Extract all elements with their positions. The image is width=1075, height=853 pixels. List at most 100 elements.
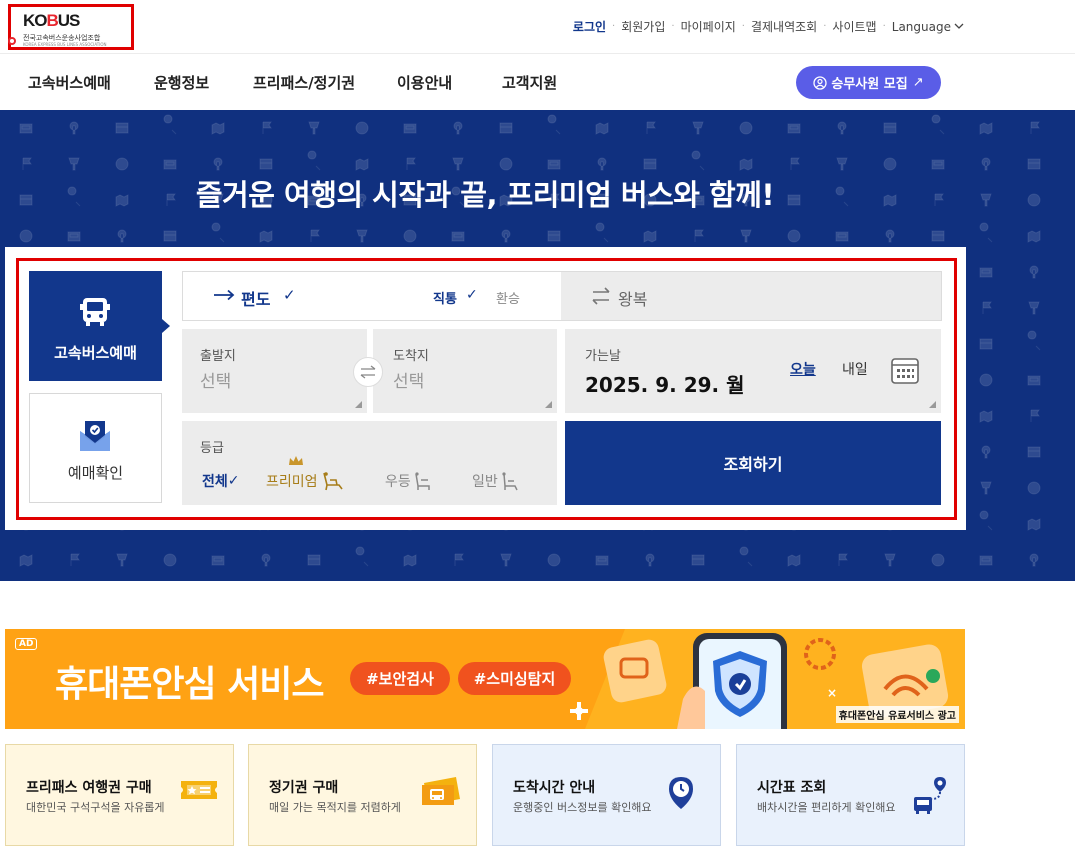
direct-option[interactable]: 직통 [433, 288, 457, 307]
sitemap-link[interactable]: 사이트맵 [832, 18, 876, 35]
pattern-travel-icon [259, 230, 273, 243]
grade-option-deluxe[interactable]: 우등 [385, 471, 435, 491]
recruit-button[interactable]: 승무사원 모집 ↗ [796, 66, 941, 99]
pattern-travel-icon [931, 114, 945, 135]
oneway-option[interactable]: 편도 ✓ 직통 ✓ 환승 [183, 272, 561, 320]
corner-mark [355, 401, 362, 408]
tab-confirm-label: 예매확인 [67, 464, 124, 482]
calendar-icon[interactable] [890, 356, 920, 386]
pattern-travel-icon [979, 267, 993, 278]
pattern-travel-icon [501, 229, 511, 243]
swap-arrows-icon [592, 287, 610, 305]
nav-item-operation-info[interactable]: 운행정보 [154, 72, 209, 93]
pattern-travel-icon [595, 555, 609, 566]
arrival-field[interactable]: 도착지 선택 [373, 329, 557, 413]
pattern-travel-icon [547, 553, 561, 567]
separator: · [741, 21, 745, 32]
pattern-travel-icon [406, 157, 416, 170]
transfer-option[interactable]: 환승 [496, 288, 520, 307]
pattern-travel-icon [645, 553, 655, 567]
ad-tag-security: #보안검사 [350, 662, 450, 695]
pattern-travel-icon [643, 158, 657, 170]
pattern-travel-icon [1027, 375, 1041, 386]
pattern-travel-icon [981, 157, 991, 171]
card-title: 프리패스 여행권 구매 [26, 780, 152, 796]
trip-type-row: 편도 ✓ 직통 ✓ 환승 왕복 [182, 271, 942, 321]
pattern-travel-icon [1027, 158, 1041, 170]
pattern-travel-icon [979, 338, 993, 350]
pattern-travel-icon [68, 157, 80, 171]
pattern-travel-icon [691, 554, 705, 566]
top-bar: KOBUS 전국고속버스운송사업조합 KOREA EXPRESS BUS LIN… [0, 0, 1075, 54]
grade-option-all[interactable]: 전체 ✓ [202, 471, 240, 491]
ad-banner[interactable]: AD 휴대폰안심 서비스 #보안검사 #스미싱탐지 × 휴대폰안심 유료서비스 … [5, 629, 965, 729]
crown-icon [289, 456, 303, 465]
nav-item-guide[interactable]: 이용안내 [397, 72, 452, 93]
person-circle-icon [813, 75, 828, 90]
pattern-travel-icon [117, 229, 127, 243]
card-season-pass[interactable]: 정기권 구매 매일 가는 목적지를 저렴하게 [248, 744, 477, 846]
pattern-travel-icon [836, 157, 848, 171]
pattern-travel-icon [1027, 518, 1041, 531]
departure-field[interactable]: 출발지 선택 [182, 329, 367, 413]
nav-item-support[interactable]: 고객지원 [502, 72, 557, 93]
pattern-travel-icon [979, 555, 993, 566]
payments-link[interactable]: 결제내역조회 [751, 18, 817, 35]
pattern-travel-icon [211, 122, 225, 135]
pattern-travel-icon [787, 229, 801, 243]
swap-locations-button[interactable] [353, 357, 383, 387]
departure-date-field[interactable]: 가는날 2025. 9. 29. 월 오늘 내일 [565, 329, 941, 413]
pattern-travel-icon [499, 157, 513, 171]
pattern-travel-icon [931, 230, 945, 242]
card-arrival-time[interactable]: 도착시간 안내 운행중인 버스정보를 확인해요 [492, 744, 721, 846]
nav-item-freepass[interactable]: 프리패스/정기권 [253, 72, 355, 93]
ticket-icon [181, 781, 217, 799]
seat-icon [502, 472, 518, 491]
pattern-travel-icon [211, 555, 225, 566]
pattern-travel-icon [979, 222, 993, 243]
pattern-travel-icon [211, 222, 225, 243]
tab-bus-reservation[interactable]: 고속버스예매 [29, 271, 170, 381]
pattern-travel-icon [403, 229, 417, 243]
pattern-travel-icon [115, 122, 129, 134]
pattern-travel-icon [884, 553, 896, 567]
arrow-right-icon [214, 289, 235, 301]
pattern-travel-icon [739, 546, 753, 567]
envelope-check-icon [80, 421, 110, 451]
kobus-logo[interactable]: KOBUS 전국고속버스운송사업조합 KOREA EXPRESS BUS LIN… [8, 4, 134, 50]
grade-option-premium[interactable]: 프리미엄 [266, 471, 345, 491]
logo-mark-icon [8, 37, 16, 45]
pattern-travel-icon [403, 554, 417, 567]
login-link[interactable]: 로그인 [573, 18, 606, 35]
pattern-travel-icon [1030, 121, 1040, 134]
oneway-check-icon: ✓ [283, 286, 296, 304]
tomorrow-button[interactable]: 내일 [842, 359, 868, 379]
search-button[interactable]: 조회하기 [565, 421, 941, 505]
grade-all-label: 전체 [202, 474, 228, 490]
roundtrip-option[interactable]: 왕복 [561, 272, 941, 320]
pattern-travel-icon [163, 159, 177, 170]
pattern-travel-icon [1030, 409, 1040, 422]
pattern-travel-icon [500, 553, 512, 567]
nav-item-reservation[interactable]: 고속버스예매 [28, 72, 111, 93]
card-freepass[interactable]: 프리패스 여행권 구매 대한민국 구석구석을 자유롭게 [5, 744, 234, 846]
grade-option-standard[interactable]: 일반 [472, 471, 522, 491]
card-title: 정기권 구매 [269, 780, 339, 796]
mypage-link[interactable]: 마이페이지 [681, 18, 736, 35]
pattern-travel-icon [1027, 193, 1041, 207]
pattern-travel-icon [787, 554, 801, 567]
departure-value: 선택 [200, 372, 232, 392]
signup-link[interactable]: 회원가입 [621, 18, 665, 35]
pattern-travel-icon [982, 301, 992, 314]
pattern-travel-icon [595, 122, 609, 135]
pattern-travel-icon [646, 121, 656, 134]
today-button[interactable]: 오늘 [790, 359, 816, 379]
pattern-travel-icon [979, 373, 993, 387]
tab-reservation-check[interactable]: 예매확인 [29, 393, 162, 503]
card-timetable[interactable]: 시간표 조회 배차시간을 편리하게 확인해요 [736, 744, 965, 846]
recruit-label: 승무사원 모집 [831, 77, 908, 92]
pattern-travel-icon [931, 553, 945, 567]
pattern-travel-icon [499, 122, 513, 134]
language-selector[interactable]: Language [892, 20, 964, 34]
utility-nav: 로그인 · 회원가입 · 마이페이지 · 결제내역조회 · 사이트맵 · Lan… [573, 18, 964, 35]
